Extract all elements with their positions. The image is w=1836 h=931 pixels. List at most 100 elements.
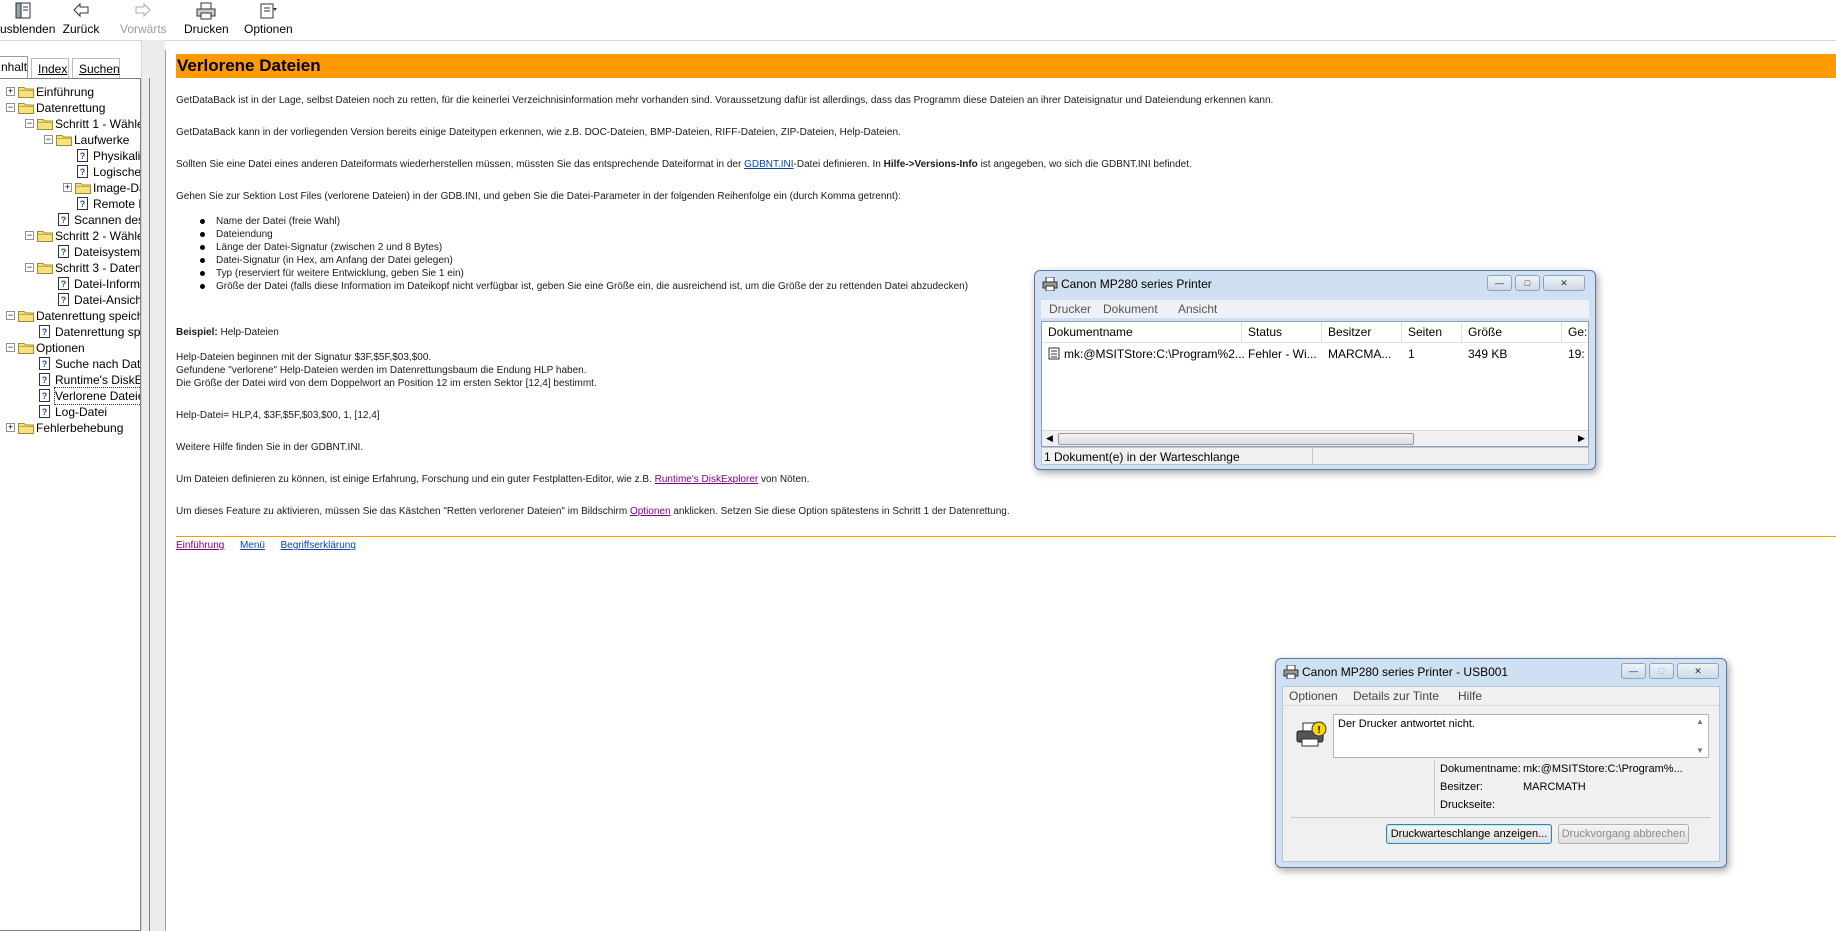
tree-item[interactable]: − Datenrettung speiche bbox=[0, 308, 140, 324]
scrollbar-thumb[interactable] bbox=[1058, 433, 1414, 445]
expand-icon[interactable]: + bbox=[6, 423, 15, 432]
close-button[interactable]: ✕ bbox=[1543, 275, 1585, 291]
collapse-icon[interactable]: − bbox=[6, 103, 15, 112]
help-page-icon: ? bbox=[39, 389, 50, 402]
tree-item[interactable]: ? Remote L bbox=[0, 196, 140, 212]
minimize-button[interactable]: — bbox=[1487, 275, 1512, 291]
folder-icon bbox=[18, 343, 34, 354]
cancel-print-button[interactable]: Druckvorgang abbrechen bbox=[1558, 824, 1689, 844]
col-header-size[interactable]: Größe bbox=[1462, 322, 1562, 342]
print-queue-list: Dokumentname Status Besitzer Seiten Größ… bbox=[1041, 321, 1589, 447]
menu-document[interactable]: Dokument bbox=[1103, 302, 1158, 316]
tree-item-label: Physikali bbox=[93, 149, 141, 163]
forward-button[interactable]: Vorwärts bbox=[120, 2, 167, 38]
collapse-icon[interactable]: − bbox=[6, 343, 15, 352]
collapse-icon[interactable]: − bbox=[44, 135, 53, 144]
tree-item[interactable]: − Schritt 2 - Wähle bbox=[0, 228, 140, 244]
tree-item[interactable]: ? Datei-Ansicht bbox=[0, 292, 140, 308]
paragraph-editor: Um Dateien definieren zu können, ist ein… bbox=[176, 473, 809, 486]
collapse-icon[interactable]: − bbox=[6, 311, 15, 320]
tree-item[interactable]: − Datenrettung bbox=[0, 100, 140, 116]
maximize-button[interactable]: □ bbox=[1515, 275, 1540, 291]
col-header-submitted[interactable]: Ge: bbox=[1562, 322, 1588, 342]
menu-view[interactable]: Ansicht bbox=[1178, 302, 1217, 316]
folder-icon bbox=[37, 119, 53, 130]
footer-link-intro[interactable]: Einführung bbox=[176, 540, 224, 551]
scroll-down-icon[interactable]: ▼ bbox=[1696, 746, 1704, 755]
maximize-button[interactable]: □ bbox=[1649, 663, 1674, 679]
list-item: Datei-Signatur (in Hex, am Anfang der Da… bbox=[216, 255, 453, 266]
menu-options[interactable]: Optionen bbox=[1289, 689, 1338, 703]
footer-link-menu[interactable]: Menü bbox=[240, 540, 265, 551]
disk-explorer-link[interactable]: Runtime's DiskExplorer bbox=[655, 474, 759, 485]
tree-item[interactable]: + Fehlerbehebung bbox=[0, 420, 140, 436]
menu-printer[interactable]: Drucker bbox=[1049, 302, 1091, 316]
tree-item[interactable]: ? Physikali bbox=[0, 148, 141, 164]
tree-item[interactable]: ? Log-Datei bbox=[0, 404, 140, 420]
back-label: Zurück bbox=[62, 22, 100, 36]
tree-item[interactable]: ? Scannen des bbox=[0, 212, 140, 228]
scroll-left-icon[interactable]: ◀ bbox=[1046, 433, 1053, 444]
tree-item[interactable]: + Einführung bbox=[0, 84, 140, 100]
contents-tree[interactable]: + Einführung − Datenrettung − Schritt 1 - Wäh… bbox=[0, 78, 141, 931]
options-link[interactable]: Optionen bbox=[630, 506, 671, 517]
menu-ink-details[interactable]: Details zur Tinte bbox=[1353, 689, 1439, 703]
print-queue-menubar: Drucker Dokument Ansicht bbox=[1041, 300, 1589, 318]
collapse-icon[interactable]: − bbox=[25, 119, 34, 128]
help-page-icon: ? bbox=[39, 325, 50, 338]
printer-alert-window: Canon MP280 series Printer - USB001 — □ … bbox=[1275, 658, 1727, 868]
paragraph-activate-text-b: anklicken. Setzen Sie diese Option späte… bbox=[670, 506, 1010, 517]
tab-search[interactable]: Suchen bbox=[72, 58, 120, 78]
tree-item[interactable]: ? Runtime's DiskEx bbox=[0, 372, 140, 388]
table-row[interactable]: mk:@MSITStore:C:\Program%2... Fehler - W… bbox=[1042, 344, 1588, 364]
tree-item[interactable]: − Schritt 3 - Datenr bbox=[0, 260, 141, 276]
tree-item[interactable]: ? Logische bbox=[0, 164, 140, 180]
tree-item[interactable]: ? Datei-Informa bbox=[0, 276, 140, 292]
help-page-icon: ? bbox=[39, 405, 50, 418]
tree-item[interactable]: − Optionen bbox=[0, 340, 140, 356]
expand-icon[interactable]: + bbox=[63, 183, 72, 192]
folder-icon bbox=[18, 103, 34, 114]
col-header-status[interactable]: Status bbox=[1242, 322, 1322, 342]
options-button[interactable]: Optionen bbox=[244, 2, 293, 38]
collapse-icon[interactable]: − bbox=[25, 231, 34, 240]
close-button[interactable]: ✕ bbox=[1677, 663, 1719, 679]
svg-text:?: ? bbox=[42, 359, 48, 369]
page-label: Druckseite: bbox=[1440, 799, 1496, 811]
scroll-right-icon[interactable]: ▶ bbox=[1578, 433, 1585, 444]
tree-item[interactable]: ? Dateisystems bbox=[0, 244, 140, 260]
printer-alert-menubar: Optionen Details zur Tinte Hilfe bbox=[1283, 687, 1719, 705]
scroll-up-icon[interactable]: ▲ bbox=[1696, 717, 1704, 726]
hide-button[interactable]: usblenden bbox=[0, 2, 55, 38]
gdbnt-ini-link[interactable]: GDBNT.INI bbox=[744, 159, 793, 170]
col-header-docname[interactable]: Dokumentname bbox=[1042, 322, 1242, 342]
col-header-pages[interactable]: Seiten bbox=[1402, 322, 1462, 342]
folder-icon bbox=[18, 87, 34, 98]
footer-link-glossary[interactable]: Begriffserklärung bbox=[281, 540, 356, 551]
tree-item[interactable]: ? Suche nach Date bbox=[0, 356, 140, 372]
tab-contents-label: nhalt bbox=[1, 60, 28, 74]
tree-item[interactable]: − Schritt 1 - Wähle bbox=[0, 116, 140, 132]
pane-splitter[interactable] bbox=[141, 40, 165, 931]
tree-item[interactable]: ? Verlorene Dateien bbox=[0, 387, 140, 405]
header-divider bbox=[1042, 342, 1588, 343]
expand-icon[interactable]: + bbox=[6, 87, 15, 96]
print-label: Drucken bbox=[184, 22, 229, 36]
tree-item-label: Schritt 3 - Datenr bbox=[55, 261, 141, 275]
tab-index[interactable]: Index bbox=[31, 58, 69, 78]
folder-icon bbox=[18, 311, 34, 322]
collapse-icon[interactable]: − bbox=[25, 263, 34, 272]
horizontal-scrollbar[interactable]: ◀ ▶ bbox=[1042, 430, 1588, 446]
printer-alert-title: Canon MP280 series Printer - USB001 bbox=[1302, 665, 1509, 679]
back-button[interactable]: Zurück bbox=[60, 2, 102, 38]
example-bold: Beispiel: bbox=[176, 327, 218, 338]
minimize-button[interactable]: — bbox=[1621, 663, 1646, 679]
show-queue-button[interactable]: Druckwarteschlange anzeigen... bbox=[1386, 824, 1552, 844]
tab-contents[interactable]: nhalt bbox=[0, 56, 28, 78]
col-header-owner[interactable]: Besitzer bbox=[1322, 322, 1402, 342]
print-button[interactable]: Drucken bbox=[184, 2, 229, 38]
menu-help[interactable]: Hilfe bbox=[1458, 689, 1482, 703]
tree-item[interactable]: ? Datenrettung spe bbox=[0, 324, 140, 340]
tree-item[interactable]: + Image-Da bbox=[0, 180, 140, 196]
tree-item[interactable]: − Laufwerke bbox=[0, 132, 140, 148]
